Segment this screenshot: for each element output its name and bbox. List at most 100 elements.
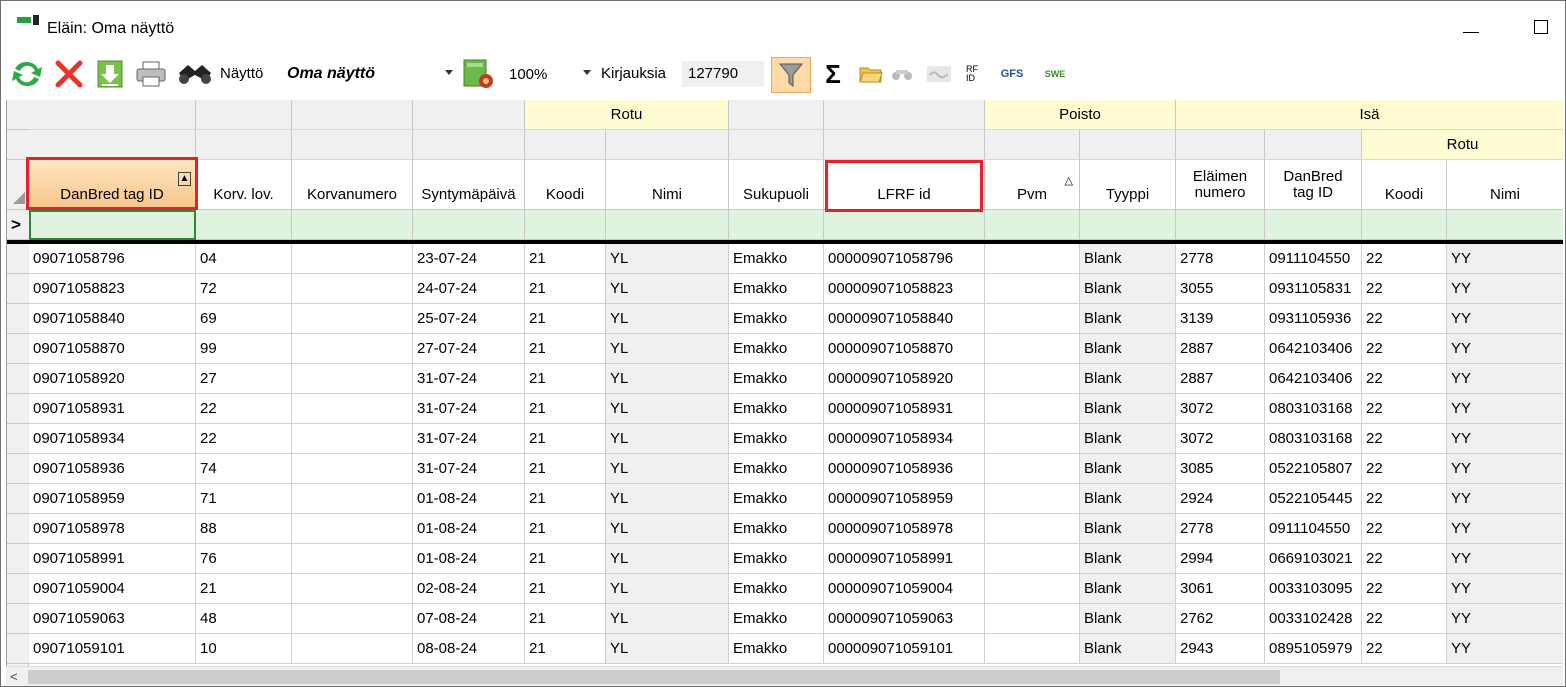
table-cell[interactable]: 31-07-24 bbox=[413, 394, 525, 424]
table-cell[interactable]: 2778 bbox=[1176, 244, 1265, 274]
table-cell[interactable]: 000009071059004 bbox=[824, 574, 985, 604]
table-cell[interactable]: 0911104550 bbox=[1265, 514, 1362, 544]
table-cell[interactable]: YY bbox=[1447, 454, 1563, 484]
table-cell[interactable]: Blank bbox=[1080, 304, 1176, 334]
table-cell[interactable]: 22 bbox=[1362, 394, 1447, 424]
table-cell[interactable]: 0669103021 bbox=[1265, 544, 1362, 574]
table-cell[interactable]: 22 bbox=[1362, 334, 1447, 364]
row-header[interactable] bbox=[7, 484, 29, 514]
new-row-cell[interactable] bbox=[525, 210, 606, 240]
table-cell[interactable]: Emakko bbox=[729, 424, 824, 454]
table-cell[interactable]: 0931105831 bbox=[1265, 274, 1362, 304]
table-cell[interactable]: 2943 bbox=[1176, 634, 1265, 664]
table-cell[interactable]: 22 bbox=[1362, 244, 1447, 274]
table-cell[interactable]: 3085 bbox=[1176, 454, 1265, 484]
table-cell[interactable]: 24-07-24 bbox=[413, 274, 525, 304]
table-cell[interactable] bbox=[985, 604, 1080, 634]
new-row-cell[interactable] bbox=[292, 210, 413, 240]
table-cell[interactable]: 000009071058823 bbox=[824, 274, 985, 304]
table-cell[interactable]: YY bbox=[1447, 634, 1563, 664]
table-cell[interactable]: 72 bbox=[196, 274, 292, 304]
table-cell[interactable] bbox=[292, 514, 413, 544]
table-cell[interactable]: 0522105445 bbox=[1265, 484, 1362, 514]
column-header-danbred-tag-id[interactable]: DanBred tag ID ▲ bbox=[29, 160, 196, 210]
table-cell[interactable]: YY bbox=[1447, 244, 1563, 274]
new-row-cell[interactable] bbox=[413, 210, 525, 240]
table-cell[interactable]: YL bbox=[606, 634, 729, 664]
filter-button[interactable] bbox=[771, 57, 811, 93]
column-header-elaimen-numero[interactable]: Eläimen numero bbox=[1176, 160, 1265, 210]
table-cell[interactable]: 0033103095 bbox=[1265, 574, 1362, 604]
table-cell[interactable]: 09071058823 bbox=[29, 274, 196, 304]
table-cell[interactable]: 22 bbox=[1362, 604, 1447, 634]
table-cell[interactable] bbox=[292, 304, 413, 334]
row-header[interactable] bbox=[7, 544, 29, 574]
table-cell[interactable]: 2778 bbox=[1176, 514, 1265, 544]
delete-button[interactable] bbox=[51, 57, 87, 91]
table-cell[interactable]: YY bbox=[1447, 484, 1563, 514]
table-cell[interactable]: Blank bbox=[1080, 364, 1176, 394]
table-cell[interactable]: 3055 bbox=[1176, 274, 1265, 304]
table-cell[interactable]: 09071058870 bbox=[29, 334, 196, 364]
table-cell[interactable]: 10 bbox=[196, 634, 292, 664]
table-cell[interactable]: 0642103406 bbox=[1265, 334, 1362, 364]
table-cell[interactable]: 21 bbox=[525, 634, 606, 664]
table-cell[interactable]: 2994 bbox=[1176, 544, 1265, 574]
table-cell[interactable]: YL bbox=[606, 274, 729, 304]
table-cell[interactable] bbox=[292, 244, 413, 274]
table-cell[interactable]: 000009071058840 bbox=[824, 304, 985, 334]
table-cell[interactable] bbox=[985, 454, 1080, 484]
new-row-cell[interactable] bbox=[1447, 210, 1563, 240]
row-header[interactable] bbox=[7, 394, 29, 424]
table-cell[interactable]: 21 bbox=[525, 484, 606, 514]
table-cell[interactable]: 21 bbox=[525, 514, 606, 544]
table-cell[interactable]: 21 bbox=[525, 604, 606, 634]
table-cell[interactable] bbox=[985, 514, 1080, 544]
table-cell[interactable]: 000009071058796 bbox=[824, 244, 985, 274]
table-cell[interactable] bbox=[292, 634, 413, 664]
table-cell[interactable] bbox=[985, 634, 1080, 664]
table-cell[interactable]: 71 bbox=[196, 484, 292, 514]
column-header-sukupuoli[interactable]: Sukupuoli bbox=[729, 160, 824, 210]
table-cell[interactable] bbox=[292, 424, 413, 454]
table-cell[interactable]: 07-08-24 bbox=[413, 604, 525, 634]
table-cell[interactable]: YL bbox=[606, 454, 729, 484]
column-header-korvanumero[interactable]: Korvanumero bbox=[292, 160, 413, 210]
table-cell[interactable]: Blank bbox=[1080, 484, 1176, 514]
table-cell[interactable] bbox=[985, 244, 1080, 274]
table-cell[interactable]: Emakko bbox=[729, 514, 824, 544]
new-row-cell[interactable] bbox=[1362, 210, 1447, 240]
table-cell[interactable]: 09071058796 bbox=[29, 244, 196, 274]
column-header-isa-danbred-tag-id[interactable]: DanBred tag ID bbox=[1265, 160, 1362, 210]
table-cell[interactable] bbox=[292, 544, 413, 574]
table-cell[interactable] bbox=[292, 364, 413, 394]
refresh-button[interactable] bbox=[9, 57, 45, 91]
table-cell[interactable]: YL bbox=[606, 364, 729, 394]
table-cell[interactable]: 21 bbox=[525, 574, 606, 604]
table-cell[interactable]: YY bbox=[1447, 424, 1563, 454]
table-cell[interactable]: Emakko bbox=[729, 574, 824, 604]
table-cell[interactable] bbox=[985, 364, 1080, 394]
table-cell[interactable]: 74 bbox=[196, 454, 292, 484]
table-cell[interactable]: 09071058959 bbox=[29, 484, 196, 514]
table-cell[interactable]: 0931105936 bbox=[1265, 304, 1362, 334]
table-cell[interactable]: 000009071058934 bbox=[824, 424, 985, 454]
table-cell[interactable]: 69 bbox=[196, 304, 292, 334]
table-cell[interactable]: 21 bbox=[525, 424, 606, 454]
table-cell[interactable] bbox=[292, 604, 413, 634]
table-cell[interactable]: 04 bbox=[196, 244, 292, 274]
table-cell[interactable]: Emakko bbox=[729, 634, 824, 664]
table-cell[interactable]: Emakko bbox=[729, 604, 824, 634]
table-cell[interactable]: YL bbox=[606, 304, 729, 334]
table-cell[interactable]: 000009071058991 bbox=[824, 544, 985, 574]
row-header[interactable] bbox=[7, 304, 29, 334]
table-cell[interactable]: YL bbox=[606, 604, 729, 634]
table-cell[interactable]: Blank bbox=[1080, 424, 1176, 454]
row-header[interactable] bbox=[7, 454, 29, 484]
table-cell[interactable]: YL bbox=[606, 244, 729, 274]
table-cell[interactable]: 22 bbox=[1362, 634, 1447, 664]
table-cell[interactable]: 22 bbox=[196, 394, 292, 424]
table-cell[interactable]: YY bbox=[1447, 334, 1563, 364]
table-cell[interactable]: 0895105979 bbox=[1265, 634, 1362, 664]
table-cell[interactable]: YL bbox=[606, 514, 729, 544]
